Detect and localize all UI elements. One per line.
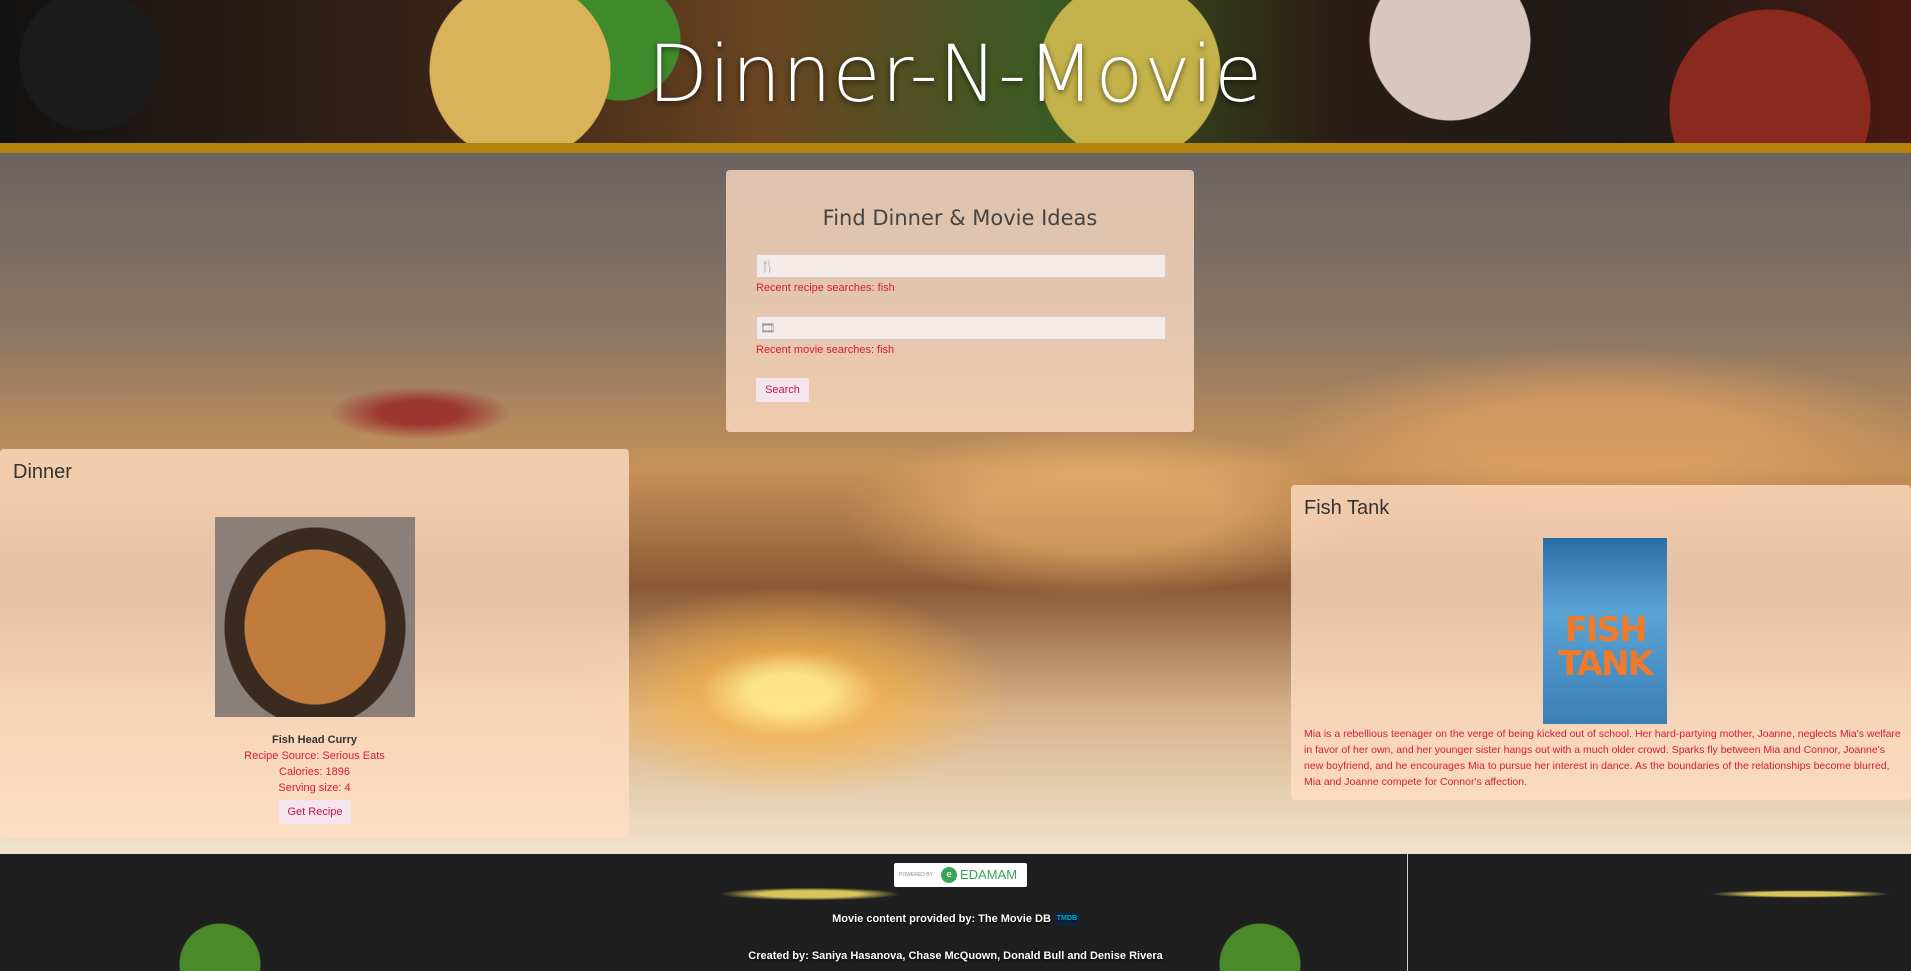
header-banner: Dinner-N-Movie <box>0 0 1911 143</box>
search-button[interactable]: Search <box>756 378 809 402</box>
footer: POWERED BY e EDAMAM Movie content provid… <box>0 853 1911 971</box>
recent-recipe-searches[interactable]: Recent recipe searches: fish <box>756 282 895 294</box>
created-by: Created by: Saniya Hasanova, Chase McQuo… <box>748 950 1163 962</box>
movie-search-input[interactable] <box>756 316 1166 340</box>
tmdb-credit: Movie content provided by: The Movie DB <box>832 912 1051 925</box>
movie-card: Fish Tank FISH TANK Mia is a rebellious … <box>1291 485 1911 800</box>
search-title: Find Dinner & Movie Ideas <box>822 206 1098 230</box>
movie-overview: Mia is a rebellious teenager on the verg… <box>1304 728 1901 788</box>
tmdb-credit-line: Movie content provided by: The Movie DB T… <box>0 912 1911 926</box>
recipe-serving-size: Serving size: 4 <box>278 782 351 794</box>
movie-poster: FISH TANK <box>1543 538 1667 724</box>
header-divider <box>0 143 1911 153</box>
edamam-name: EDAMAM <box>960 867 1018 882</box>
movie-title: Fish Tank <box>1304 497 1390 519</box>
edamam-logo-icon: e <box>941 867 957 883</box>
recent-movie-searches[interactable]: Recent movie searches: fish <box>756 344 894 356</box>
get-recipe-button[interactable]: Get Recipe <box>279 800 351 824</box>
search-card: Find Dinner & Movie Ideas 🍴 Recent recip… <box>726 170 1194 432</box>
recipe-image <box>215 517 415 717</box>
recipe-search-input[interactable] <box>756 254 1166 278</box>
recipe-calories: Calories: 1896 <box>279 766 350 778</box>
edamam-badge[interactable]: POWERED BY e EDAMAM <box>894 863 1027 887</box>
dinner-card: Dinner Fish Head Curry Recipe Source: Se… <box>0 449 629 838</box>
recipe-name: Fish Head Curry <box>272 734 357 746</box>
fork-knife-icon: 🍴 <box>760 259 775 273</box>
poster-title: FISH TANK <box>1558 610 1654 684</box>
dinner-heading: Dinner <box>13 461 72 483</box>
edamam-powered-by: POWERED BY <box>899 872 933 878</box>
site-title: Dinner-N-Movie <box>647 30 1264 120</box>
recipe-source: Recipe Source: Serious Eats <box>244 750 385 762</box>
film-icon: 🎞 <box>760 321 776 335</box>
tmdb-logo-icon[interactable]: TMDB <box>1054 912 1079 926</box>
